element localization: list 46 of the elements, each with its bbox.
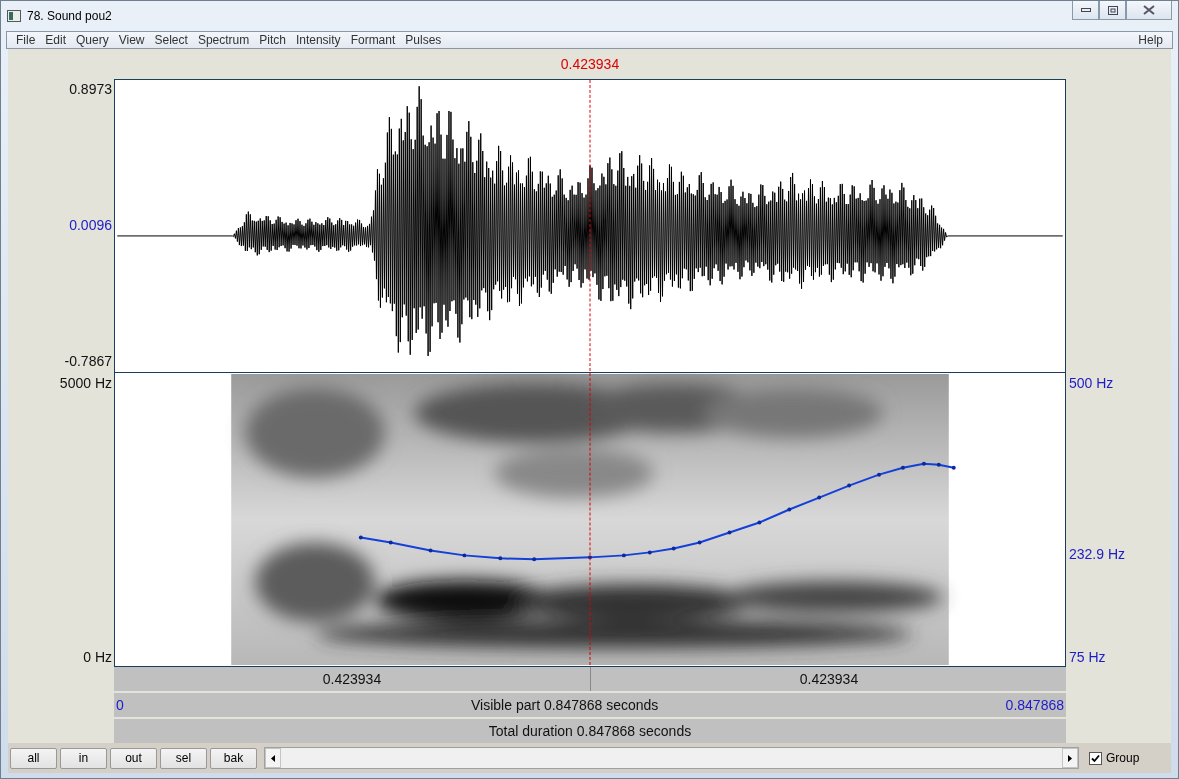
menu-item[interactable]: Help [1133, 33, 1168, 47]
horizontal-scrollbar[interactable] [264, 747, 1079, 769]
right-arrow-icon [1068, 754, 1072, 762]
minimize-icon [1080, 8, 1091, 12]
frequency-max-label: 5000 Hz [59, 375, 112, 391]
scroll-left-button[interactable] [265, 748, 281, 768]
menu-item[interactable]: Spectrum [192, 33, 255, 47]
zoom-button[interactable]: out [110, 747, 157, 769]
amplitude-max-label: 0.8973 [69, 81, 112, 97]
amplitude-cursor-label: 0.0096 [69, 217, 112, 233]
zoom-button[interactable]: sel [160, 747, 207, 769]
minimize-button[interactable] [1072, 1, 1099, 20]
app-icon [7, 10, 21, 22]
menu-item[interactable]: Intensity [290, 33, 346, 47]
menu-item[interactable]: File [11, 33, 41, 47]
end-time-label: 0.847868 [1004, 697, 1065, 713]
visible-part-label: Visible part 0.847868 seconds [470, 697, 660, 713]
menu-item[interactable]: Pitch [254, 33, 291, 47]
cursor-time-label: 0.423934 [560, 56, 620, 72]
close-icon [1143, 5, 1155, 15]
window-title: 78. Sound pou2 [27, 9, 112, 23]
menu-item[interactable]: Formant [345, 33, 401, 47]
frequency-min-label: 0 Hz [83, 649, 112, 665]
checkmark-icon [1091, 753, 1100, 763]
menu-item[interactable]: Select [149, 33, 193, 47]
time-segment-label[interactable]: 0.423934 [114, 667, 591, 691]
restore-icon [1107, 5, 1118, 15]
left-arrow-icon [271, 754, 275, 762]
group-checkbox[interactable]: Group [1089, 751, 1169, 765]
maximize-button[interactable] [1099, 1, 1126, 20]
menu-item[interactable]: Query [71, 33, 114, 47]
zoom-button[interactable]: in [60, 747, 107, 769]
menu-item[interactable]: View [113, 33, 150, 47]
close-button[interactable] [1126, 1, 1172, 20]
pitch-max-label: 500 Hz [1069, 375, 1114, 391]
scroll-right-button[interactable] [1062, 748, 1078, 768]
total-duration-label: Total duration 0.847868 seconds [487, 723, 693, 739]
menu-item[interactable]: Pulses [400, 33, 447, 47]
time-segment-label[interactable]: 0.423934 [591, 667, 1067, 691]
start-time-label: 0 [115, 697, 125, 713]
menu-item[interactable]: Edit [40, 33, 72, 47]
pitch-cursor-label: 232.9 Hz [1069, 545, 1126, 562]
amplitude-min-label: -0.7867 [64, 353, 112, 369]
zoom-button[interactable]: all [10, 747, 57, 769]
pitch-min-label: 75 Hz [1069, 649, 1106, 665]
zoom-button[interactable]: bak [210, 747, 257, 769]
